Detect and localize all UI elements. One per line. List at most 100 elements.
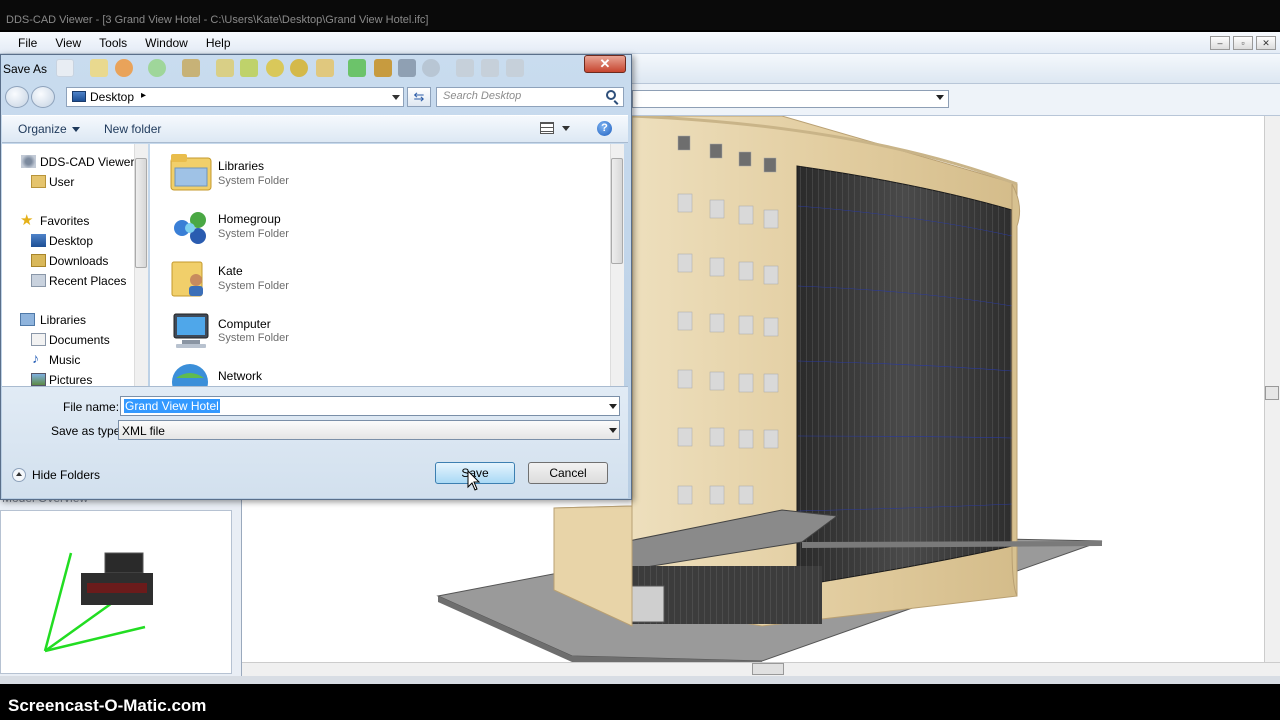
chevron-up-icon: [12, 468, 26, 482]
minimize-button[interactable]: –: [1210, 36, 1230, 50]
close-window-button[interactable]: ✕: [1256, 36, 1276, 50]
user-folder-icon: [170, 258, 212, 298]
organize-button[interactable]: Organize: [18, 122, 80, 136]
nav-item-user[interactable]: User: [49, 175, 74, 189]
back-button[interactable]: [5, 86, 29, 108]
command-bar: [2, 115, 628, 143]
status-bar: [0, 676, 1280, 684]
app-title-bar: DDS-CAD Viewer - [3 Grand View Hotel - C…: [0, 0, 1280, 30]
toolbar-icon: [148, 59, 166, 77]
file-name-network[interactable]: Network: [218, 369, 262, 383]
save-type-label: Save as type:: [51, 424, 124, 438]
dialog-title: Save As: [3, 62, 48, 76]
layer-dropdown[interactable]: [632, 90, 949, 108]
file-name-computer[interactable]: Computer: [218, 317, 271, 331]
file-type-libraries: System Folder: [218, 175, 289, 187]
file-type-computer: System Folder: [218, 332, 289, 344]
menu-tools[interactable]: Tools: [99, 36, 127, 50]
music-icon: ♪: [32, 350, 39, 366]
file-name-libraries[interactable]: Libraries: [218, 159, 264, 173]
toolbar-icon: [398, 59, 416, 77]
desktop-icon: [31, 234, 46, 247]
hide-folders-button[interactable]: Hide Folders: [12, 468, 100, 482]
refresh-button[interactable]: ⇆: [407, 87, 431, 107]
search-placeholder: Search Desktop: [443, 90, 522, 102]
toolbar-icon: [456, 59, 474, 77]
nav-item-pictures[interactable]: Pictures: [49, 373, 92, 387]
nav-item-documents[interactable]: Documents: [49, 333, 110, 347]
libraries-folder-icon: [170, 152, 212, 192]
file-name-label: File name:: [63, 400, 120, 414]
toolbar-icon: [240, 59, 258, 77]
menu-window[interactable]: Window: [145, 36, 188, 50]
nav-item-recent-places[interactable]: Recent Places: [49, 274, 126, 288]
nav-item-libraries[interactable]: Libraries: [40, 313, 86, 327]
file-type-homegroup: System Folder: [218, 228, 289, 240]
nav-item-desktop[interactable]: Desktop: [49, 234, 93, 248]
toolbar-icon: [290, 59, 308, 77]
toolbar-icon: [506, 59, 524, 77]
watermark-text: Screencast-O-Matic.com: [8, 696, 207, 715]
restore-button[interactable]: ▫: [1233, 36, 1253, 50]
toolbar-icon: [56, 59, 74, 77]
toolbar-icon: [216, 59, 234, 77]
toolbar-icon: [90, 59, 108, 77]
save-type-dropdown-icon[interactable]: [609, 428, 617, 433]
overview-camera-diagram: [43, 552, 153, 653]
breadcrumb-chevron-icon[interactable]: ▸: [141, 90, 146, 101]
toolbar-icon: [115, 59, 133, 77]
dialog-close-button[interactable]: ✕: [584, 55, 626, 73]
pictures-icon: [31, 373, 46, 386]
file-name-kate[interactable]: Kate: [218, 264, 243, 278]
forward-button[interactable]: [31, 86, 55, 108]
viewport-hscroll-thumb[interactable]: [752, 663, 784, 675]
model-overview-canvas[interactable]: [0, 510, 232, 674]
view-options-dropdown-icon[interactable]: [562, 126, 570, 131]
libraries-icon: [20, 313, 35, 326]
address-dropdown-icon[interactable]: [392, 95, 400, 100]
hide-folders-label: Hide Folders: [32, 468, 101, 482]
computer-icon: [170, 310, 212, 350]
new-folder-button[interactable]: New folder: [104, 122, 161, 136]
toolbar-icon: [374, 59, 392, 77]
menu-bar: File View Tools Window Help: [0, 32, 1280, 54]
file-name-dropdown-icon[interactable]: [609, 404, 617, 409]
save-type-value[interactable]: XML file: [122, 424, 165, 438]
app-icon: [21, 155, 36, 168]
nav-item-downloads[interactable]: Downloads: [49, 254, 108, 268]
search-icon[interactable]: [606, 90, 616, 100]
nav-item-dds-cad-viewer[interactable]: DDS-CAD Viewer: [40, 155, 134, 169]
save-type-select[interactable]: [118, 420, 620, 440]
star-icon: ★: [20, 212, 34, 229]
menu-help[interactable]: Help: [206, 36, 231, 50]
nav-item-favorites[interactable]: Favorites: [40, 214, 89, 228]
documents-icon: [31, 333, 46, 346]
viewport-scroll-thumb[interactable]: [1265, 386, 1279, 400]
file-name-value[interactable]: Grand View Hotel: [124, 399, 220, 413]
menu-view[interactable]: View: [55, 36, 81, 50]
file-list-scroll-thumb[interactable]: [611, 158, 623, 264]
file-name-homegroup[interactable]: Homegroup: [218, 212, 281, 226]
window-controls: – ▫ ✕: [1210, 36, 1276, 50]
recent-places-icon: [31, 274, 46, 287]
toolbar-icon: [348, 59, 366, 77]
toolbar-icon: [422, 59, 440, 77]
downloads-icon: [31, 254, 46, 267]
homegroup-icon: [170, 206, 212, 246]
user-folder-icon: [31, 175, 46, 188]
nav-item-music[interactable]: Music: [49, 353, 80, 367]
toolbar-icon: [182, 59, 200, 77]
nav-pane-scroll-thumb[interactable]: [135, 158, 147, 268]
address-text[interactable]: Desktop: [90, 90, 134, 104]
desktop-icon: [72, 91, 86, 102]
toolbar-icon: [316, 59, 334, 77]
file-type-kate: System Folder: [218, 280, 289, 292]
help-icon[interactable]: ?: [597, 121, 612, 136]
toolbar-icon: [481, 59, 499, 77]
cancel-button[interactable]: Cancel: [528, 462, 608, 484]
menu-file[interactable]: File: [18, 36, 37, 50]
toolbar-icon: [266, 59, 284, 77]
change-view-icon[interactable]: [540, 122, 554, 134]
mouse-cursor-icon: [467, 469, 481, 492]
chevron-down-icon: [936, 95, 944, 100]
